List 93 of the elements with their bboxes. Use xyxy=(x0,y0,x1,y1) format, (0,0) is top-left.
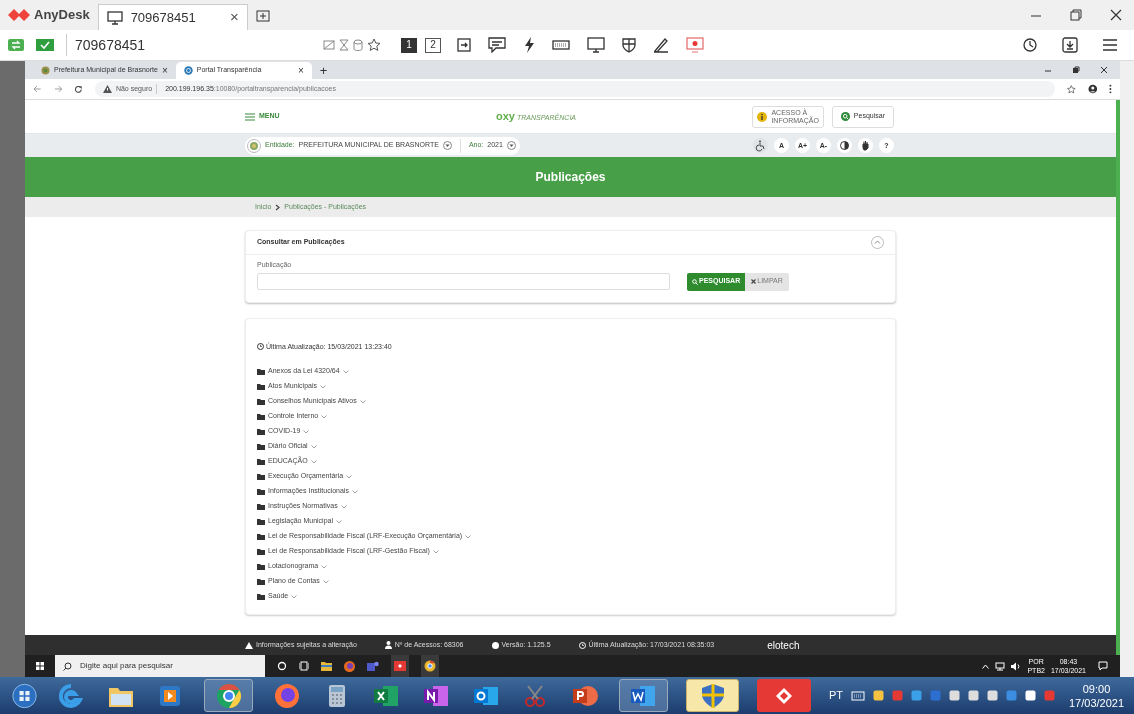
restore-icon[interactable] xyxy=(1072,66,1080,74)
wheelchair-icon[interactable] xyxy=(753,138,768,153)
tab-close-button[interactable]: × xyxy=(161,65,168,76)
clock-date: 17/03/2021 xyxy=(1068,695,1125,710)
search-icon xyxy=(692,278,698,285)
swap-icon[interactable] xyxy=(8,38,24,52)
info-icon xyxy=(757,111,768,122)
clock-icon xyxy=(257,343,264,351)
contrast-icon[interactable] xyxy=(837,138,852,153)
search-icon xyxy=(63,661,72,671)
chevron-down-icon xyxy=(346,474,353,479)
star-icon[interactable] xyxy=(1066,84,1076,94)
monitor-button[interactable]: 1 xyxy=(401,37,417,53)
star-icon[interactable] xyxy=(367,38,381,52)
warning-icon xyxy=(245,641,253,649)
chevron-down-icon xyxy=(336,519,342,524)
monitor-icon xyxy=(106,10,123,25)
address-text: 709678451 xyxy=(75,35,147,55)
close-icon[interactable] xyxy=(1110,9,1122,21)
task-view-icon[interactable] xyxy=(299,661,309,671)
chevron-down-icon xyxy=(321,564,328,569)
chat-icon[interactable] xyxy=(488,37,506,53)
folder-icon[interactable] xyxy=(321,661,332,671)
globe-icon xyxy=(183,66,193,75)
reload-icon[interactable] xyxy=(74,84,83,94)
lightning-icon[interactable] xyxy=(523,37,535,53)
firefox-icon[interactable] xyxy=(344,660,355,672)
chevron-down-icon xyxy=(310,459,317,464)
hand-icon[interactable] xyxy=(858,138,873,153)
address-field[interactable]: 709678451 xyxy=(66,34,381,56)
chevron-down-icon xyxy=(432,549,439,554)
back-icon[interactable] xyxy=(33,85,42,93)
tab-title: 709678451 xyxy=(130,8,197,27)
menu-icon[interactable] xyxy=(1102,38,1118,52)
crest-icon xyxy=(41,66,50,75)
clock-time: 09:00 xyxy=(1082,681,1111,696)
history-icon[interactable] xyxy=(1022,37,1038,53)
caret-icon[interactable] xyxy=(506,141,516,150)
language-indicator[interactable]: PT xyxy=(828,687,843,704)
keyboard-icon[interactable] xyxy=(552,39,570,51)
file-transfer-icon[interactable] xyxy=(457,38,471,52)
monitor-icon[interactable] xyxy=(587,37,605,53)
search-icon xyxy=(840,112,850,121)
new-tab-icon[interactable] xyxy=(255,9,270,23)
page-title: Publicações xyxy=(535,169,606,186)
shield-icon[interactable] xyxy=(622,37,636,53)
chevron-down-icon xyxy=(340,504,347,509)
record-icon[interactable] xyxy=(686,37,704,53)
crest-icon xyxy=(247,138,261,153)
chevron-up-icon[interactable] xyxy=(982,663,990,669)
chevron-down-icon xyxy=(320,384,327,389)
chevron-right-icon xyxy=(275,203,281,211)
chevron-down-icon xyxy=(465,534,472,539)
session-tab[interactable]: 709678451 × xyxy=(97,4,248,30)
restore-icon[interactable] xyxy=(1070,9,1082,21)
chevron-down-icon xyxy=(291,594,298,599)
hourglass-icon[interactable] xyxy=(339,39,349,51)
cylinder-icon[interactable] xyxy=(353,39,363,51)
chrome-icon[interactable] xyxy=(421,655,439,677)
screen-check-icon[interactable] xyxy=(36,38,54,52)
close-button[interactable]: × xyxy=(229,6,239,29)
new-tab-button[interactable]: + xyxy=(319,64,328,77)
publication-input[interactable] xyxy=(257,273,670,290)
user-icon xyxy=(384,641,392,649)
profile-icon[interactable] xyxy=(1087,84,1098,94)
teams-icon[interactable] xyxy=(367,660,379,672)
footer-brand: elotech xyxy=(767,638,800,653)
caret-icon[interactable] xyxy=(442,141,452,150)
pen-icon[interactable] xyxy=(653,37,669,53)
close-icon[interactable] xyxy=(1100,66,1108,74)
chevron-down-icon xyxy=(322,579,329,584)
cortana-icon[interactable] xyxy=(277,661,287,671)
download-icon[interactable] xyxy=(1062,37,1078,53)
diamond-logo-icon xyxy=(8,8,30,22)
chevron-down-icon xyxy=(310,444,317,449)
chevron-down-icon xyxy=(351,489,358,494)
dot-icon xyxy=(491,641,499,649)
anydesk-icon[interactable] xyxy=(391,655,409,677)
warning-icon xyxy=(102,85,112,93)
notification-icon[interactable] xyxy=(1098,661,1108,671)
taskbar-search-field[interactable]: Digite aqui para pesquisar xyxy=(55,655,265,677)
chevron-down-icon xyxy=(321,414,328,419)
tab-close-button[interactable]: × xyxy=(297,65,304,76)
chevron-down-icon xyxy=(303,429,310,434)
monitor-button[interactable]: 2 xyxy=(425,37,441,53)
chevron-down-icon xyxy=(359,399,366,404)
privacy-icon[interactable] xyxy=(323,39,335,51)
close-icon xyxy=(751,279,757,284)
menu-icon xyxy=(245,112,255,121)
kebab-menu-icon[interactable] xyxy=(1109,84,1113,94)
app-title: AnyDesk xyxy=(34,6,90,25)
clock-icon xyxy=(578,641,586,649)
chevron-down-icon xyxy=(342,369,349,374)
